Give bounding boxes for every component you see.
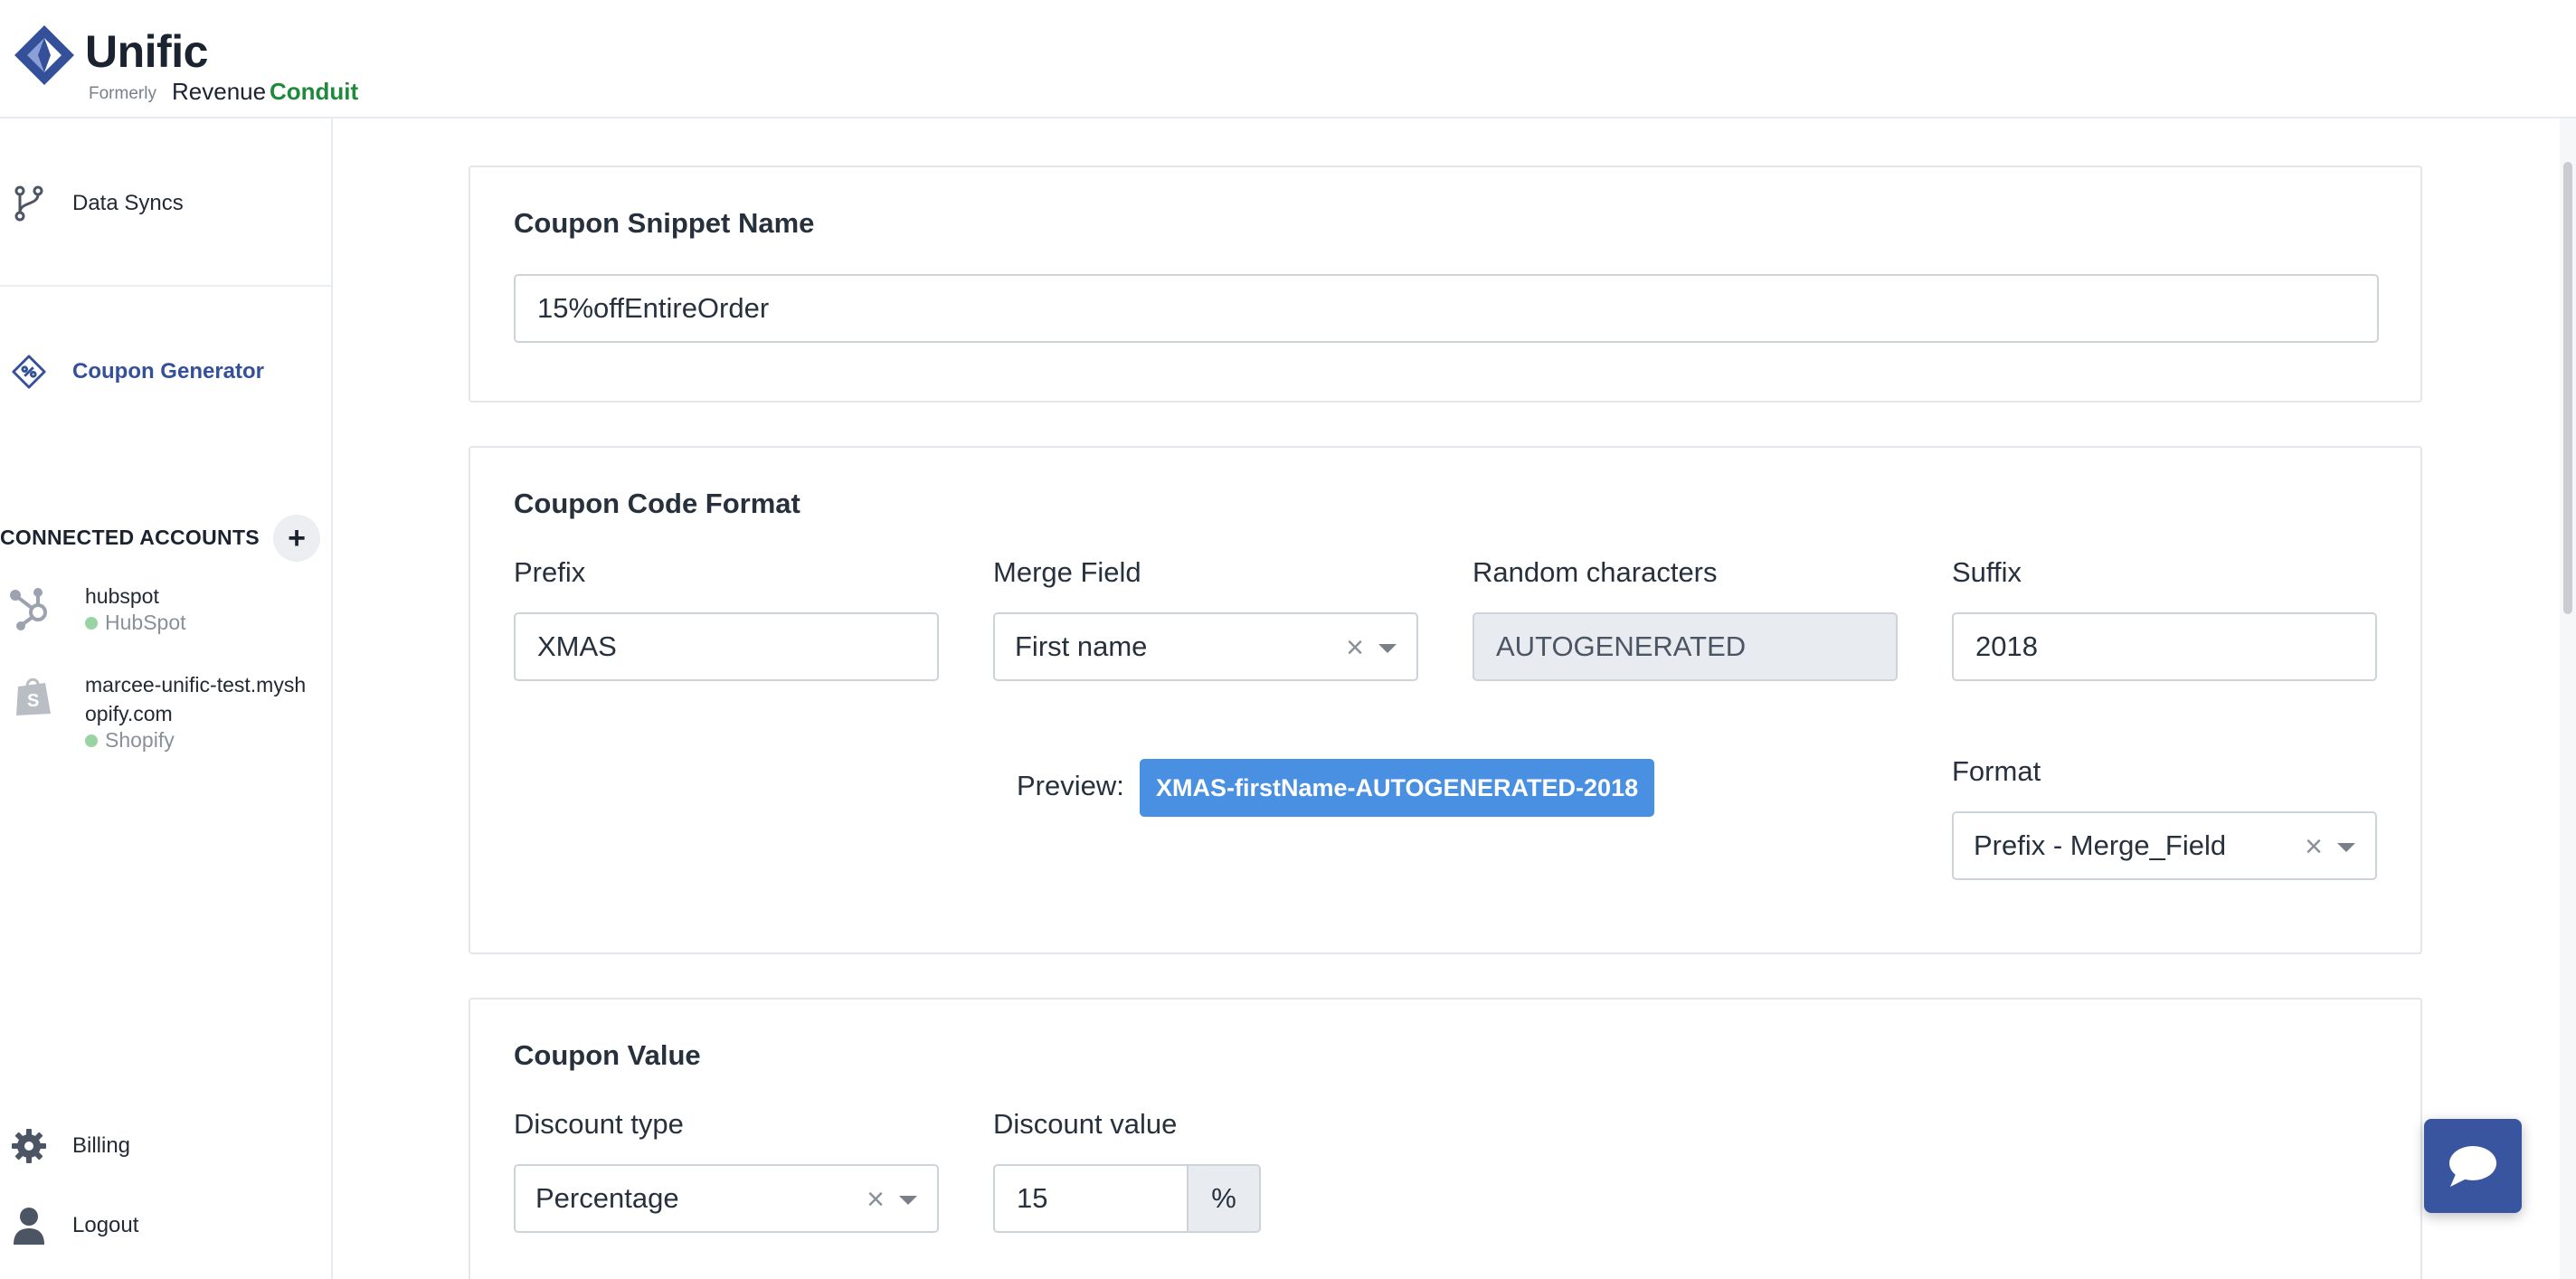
random-characters-label: Random characters — [1473, 556, 1718, 588]
add-account-button[interactable]: + — [273, 515, 320, 562]
merge-field-label: Merge Field — [993, 556, 1141, 588]
brand-formerly-label: Formerly — [89, 84, 156, 103]
status-dot — [85, 734, 98, 747]
discount-type-select[interactable]: Percentage × — [514, 1164, 939, 1233]
card-title: Coupon Code Format — [514, 488, 800, 519]
shopify-bag-icon: S — [16, 677, 51, 715]
page-scrollbar[interactable] — [2560, 118, 2576, 1279]
chevron-down-icon[interactable] — [2337, 843, 2355, 852]
connected-accounts-title: CONNECTED ACCOUNTS — [0, 526, 260, 549]
coupon-format-card: Coupon Code Format Prefix XMAS Merge Fie… — [469, 446, 2422, 954]
card-title: Coupon Value — [514, 1039, 701, 1071]
sidebar-divider — [0, 285, 331, 287]
sidebar-item-logout[interactable]: Logout — [0, 1189, 331, 1262]
discount-type-value: Percentage — [535, 1182, 679, 1214]
percent-addon: % — [1189, 1164, 1261, 1233]
gear-icon — [11, 1128, 47, 1164]
discount-value-label: Discount value — [993, 1108, 1178, 1140]
discount-value-input[interactable]: 15 — [993, 1164, 1189, 1233]
format-value: Prefix - Merge_Field — [1974, 829, 2227, 861]
scrollbar-thumb[interactable] — [2563, 162, 2572, 614]
sidebar-item-coupon-generator[interactable]: Coupon Generator — [0, 336, 331, 408]
merge-field-value: First name — [1015, 630, 1148, 662]
hubspot-icon — [10, 588, 47, 630]
brand-name: Unific — [85, 26, 208, 77]
account-platform: Shopify — [105, 728, 175, 752]
chat-button[interactable] — [2424, 1119, 2522, 1213]
account-name: marcee-unific-test.myshopify.com — [85, 673, 307, 725]
sidebar-item-label: Coupon Generator — [72, 359, 265, 384]
chat-bubble-icon — [2449, 1146, 2496, 1187]
prefix-label: Prefix — [514, 556, 586, 588]
preview-badge: XMAS-firstName-AUTOGENERATED-2018 — [1140, 759, 1655, 817]
account-status: Shopify — [85, 728, 175, 753]
branch-icon — [11, 185, 47, 222]
coupon-tag-icon — [11, 354, 47, 390]
merge-field-select[interactable]: First name × — [993, 612, 1418, 681]
clear-discount-type-icon[interactable]: × — [867, 1182, 885, 1217]
sidebar-item-data-syncs[interactable]: Data Syncs — [0, 167, 331, 240]
suffix-label: Suffix — [1952, 556, 2022, 588]
status-dot — [85, 616, 98, 630]
sidebar-item-billing[interactable]: Billing — [0, 1110, 331, 1182]
chevron-down-icon[interactable] — [899, 1196, 917, 1205]
sidebar: Data Syncs Coupon Generator CONNECTED AC… — [0, 118, 333, 1279]
chevron-down-icon[interactable] — [1378, 644, 1397, 653]
sidebar-item-label: Billing — [72, 1133, 131, 1158]
card-title: Coupon Snippet Name — [514, 207, 815, 239]
random-characters-input: AUTOGENERATED — [1473, 612, 1898, 681]
format-label: Format — [1952, 755, 2041, 787]
brand-former-name-2: Conduit — [270, 78, 359, 105]
app-header: Unific Formerly Revenue Conduit — [0, 0, 2576, 118]
preview-label: Preview: — [1017, 770, 1124, 801]
account-status: HubSpot — [85, 611, 186, 635]
coupon-snippet-card: Coupon Snippet Name 15%offEntireOrder — [469, 166, 2422, 403]
format-select[interactable]: Prefix - Merge_Field × — [1952, 811, 2377, 880]
sidebar-item-label: Logout — [72, 1213, 139, 1237]
clear-format-icon[interactable]: × — [2305, 829, 2323, 865]
account-name: hubspot — [85, 584, 159, 608]
discount-type-label: Discount type — [514, 1108, 684, 1140]
snippet-name-input[interactable]: 15%offEntireOrder — [514, 274, 2379, 343]
svg-text:S: S — [27, 691, 39, 711]
main-content: Coupon Snippet Name 15%offEntireOrder Co… — [335, 118, 2560, 1279]
clear-merge-field-icon[interactable]: × — [1346, 630, 1364, 666]
sidebar-item-label: Data Syncs — [72, 191, 184, 215]
account-platform: HubSpot — [105, 611, 186, 634]
user-icon — [11, 1208, 47, 1245]
unific-logo-icon — [14, 25, 74, 85]
coupon-value-card: Coupon Value Discount type Percentage × … — [469, 998, 2422, 1279]
brand-former-name-1: Revenue — [172, 78, 267, 105]
suffix-input[interactable]: 2018 — [1952, 612, 2377, 681]
prefix-input[interactable]: XMAS — [514, 612, 939, 681]
